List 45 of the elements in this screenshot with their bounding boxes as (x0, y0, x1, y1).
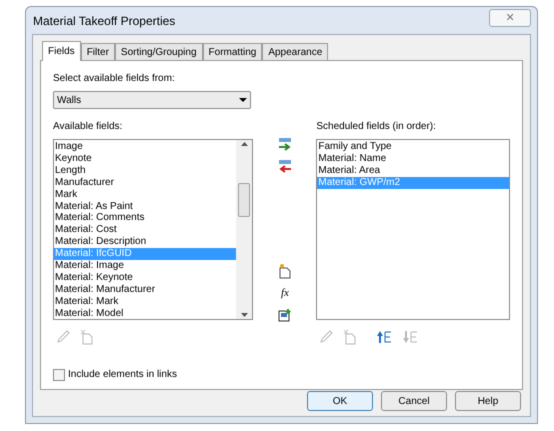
list-item[interactable]: Material: Manufacturer (54, 284, 236, 296)
add-field-icon[interactable] (278, 137, 292, 151)
list-item[interactable]: Material: Keynote (54, 272, 236, 284)
list-item[interactable]: Material: Mark (54, 296, 236, 308)
include-links-checkbox[interactable] (53, 368, 65, 380)
close-button[interactable]: ✕ (489, 8, 531, 26)
new-parameter-icon[interactable] (278, 263, 292, 279)
list-item[interactable]: Keynote (54, 152, 236, 165)
scroll-down-icon[interactable] (240, 313, 248, 317)
dialog-button[interactable]: Cancel (381, 391, 447, 411)
scheduled-label: Scheduled fields (in order): (316, 120, 437, 134)
list-item[interactable]: Material: Area (317, 164, 509, 177)
list-item[interactable]: Material: Image (54, 260, 236, 272)
scrollbar[interactable] (236, 140, 252, 319)
list-item[interactable]: Family and Type (317, 141, 509, 153)
field-list[interactable]: Family and Type Material: Name Material: Area Material: GWP/m2 (316, 139, 510, 320)
list-item[interactable]: Manufacturer (54, 176, 236, 189)
formula-button[interactable]: fx (280, 285, 289, 302)
scroll-up-icon[interactable] (240, 142, 248, 146)
available-label: Available fields: (53, 120, 124, 134)
tab[interactable]: Appearance (262, 43, 328, 60)
source-label: Select available fields from: (53, 72, 176, 86)
list-item[interactable]: Image (54, 141, 236, 153)
scroll-thumb[interactable] (238, 182, 250, 216)
list-item[interactable]: Material: Cost (54, 224, 236, 236)
tab[interactable]: Filter (80, 43, 115, 60)
combine-parameters-icon[interactable] (278, 308, 292, 322)
remove-field-icon[interactable] (278, 159, 292, 173)
list-item[interactable]: Material: Name (317, 152, 509, 165)
field-list[interactable] (53, 139, 254, 320)
list-item[interactable]: Material: Comments (54, 212, 236, 224)
dropdown-caret-icon (239, 98, 247, 102)
tab[interactable]: Fields (42, 41, 81, 61)
list-item[interactable]: Mark (54, 188, 236, 201)
tab[interactable]: Formatting (202, 43, 262, 60)
dialog-button[interactable]: OK (307, 391, 373, 411)
tab[interactable]: Sorting/Grouping (114, 43, 203, 60)
dialog-button[interactable]: Help (455, 391, 521, 411)
list-item[interactable]: Material: Model (54, 308, 236, 320)
list-item[interactable]: Material: As Paint (54, 200, 236, 212)
include-links-label: Include elements in links (68, 368, 177, 382)
window-title: Material Takeoff Properties (32, 12, 176, 30)
list-item[interactable]: Material: Description (54, 236, 236, 248)
list-item[interactable]: Length (54, 164, 236, 177)
source-dropdown[interactable]: Walls (53, 91, 251, 109)
